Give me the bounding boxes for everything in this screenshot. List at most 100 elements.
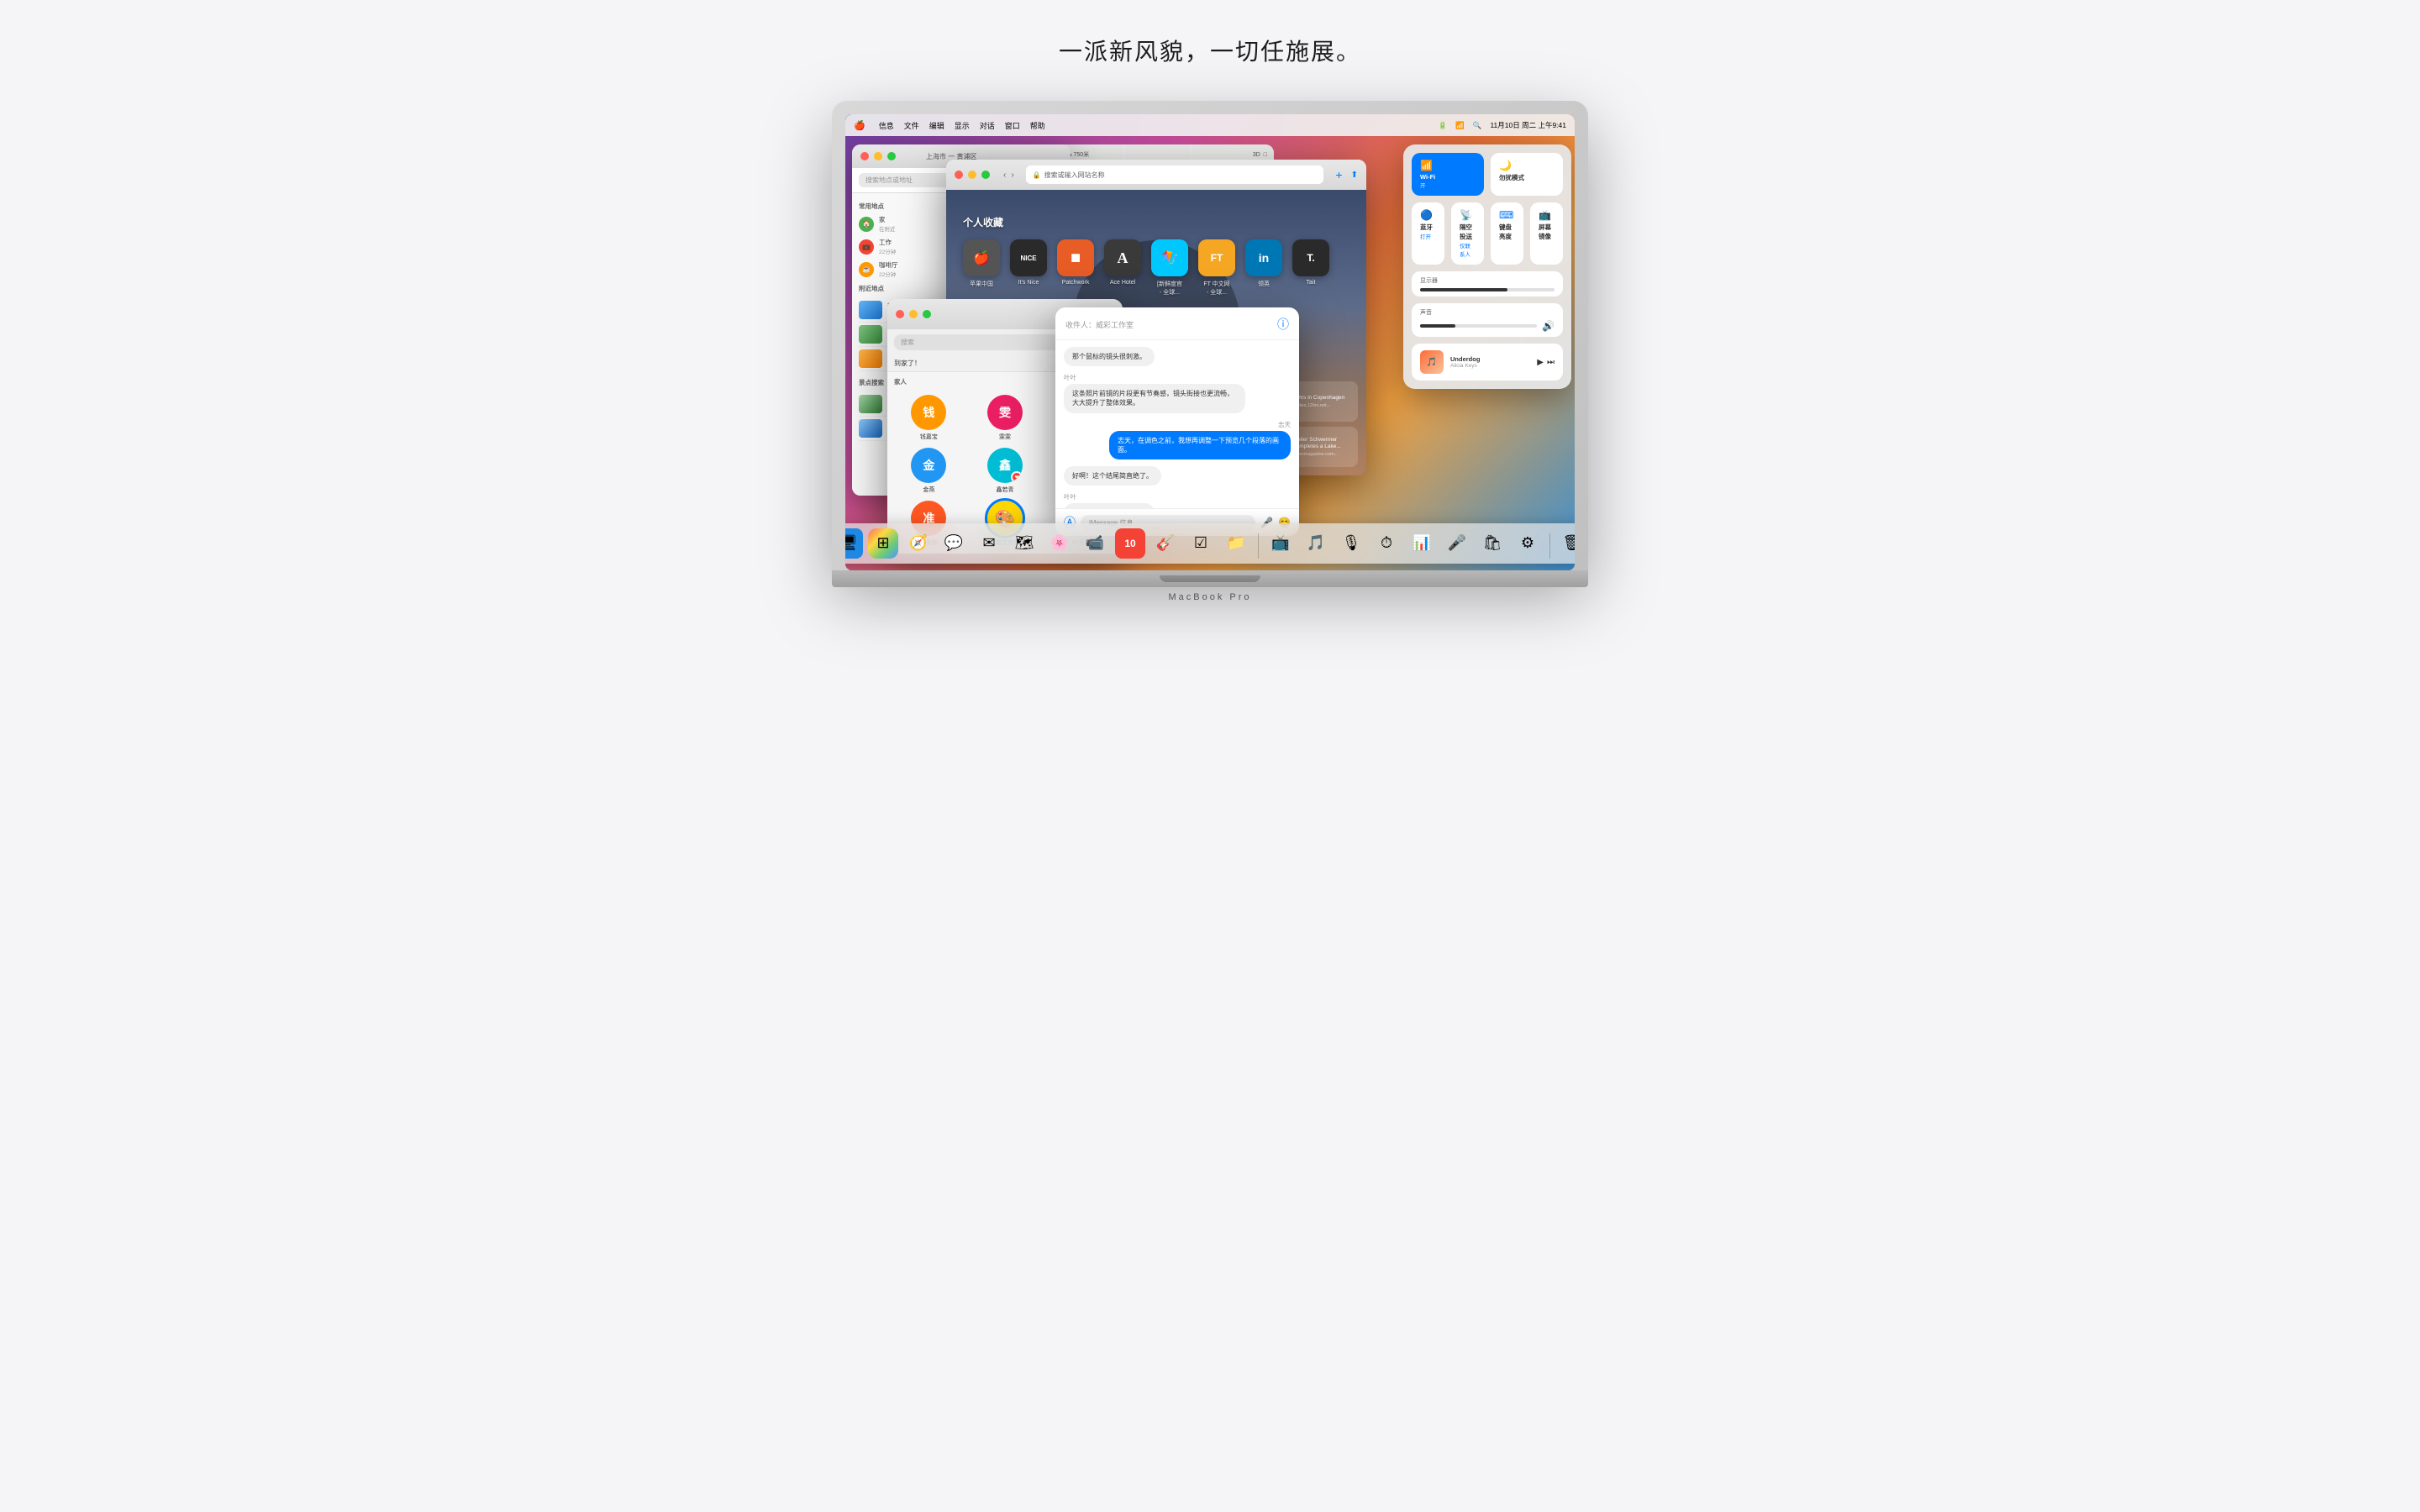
- menu-conversation[interactable]: 对话: [980, 120, 995, 131]
- maximize-button[interactable]: [887, 152, 896, 160]
- bookmark-nice[interactable]: NICE It's Nice: [1010, 239, 1047, 297]
- bookmark-patchwork[interactable]: ■ Patchwork: [1057, 239, 1094, 297]
- bookmark-apple[interactable]: 🍎 苹果中国: [963, 239, 1000, 297]
- dock-safari[interactable]: 🧭: [903, 528, 934, 559]
- bookmark-icon-ft: FT: [1198, 239, 1235, 276]
- msg-minimize-btn[interactable]: [909, 310, 918, 318]
- share-button[interactable]: ⬆: [1351, 171, 1358, 180]
- avatar-qianjb: 钱: [911, 395, 946, 430]
- contact-jinyan[interactable]: 金 金燕: [894, 448, 964, 494]
- browser-maximize-btn[interactable]: [981, 171, 990, 179]
- msg-maximize-btn[interactable]: [923, 310, 931, 318]
- volume-icon: 🔊: [1542, 320, 1555, 332]
- dock-systemprefs[interactable]: ⚙: [1512, 528, 1543, 559]
- work-sub: 22分钟: [879, 247, 896, 255]
- cc-wifi-tile[interactable]: 📶 Wi-Fi 开: [1412, 153, 1484, 196]
- cc-airdrop-tile[interactable]: 📡 隔空投送 仅联系人: [1451, 202, 1484, 265]
- bookmark-linkedin[interactable]: in 领英: [1245, 239, 1282, 297]
- bookmark-icon-apple: 🍎: [963, 239, 1000, 276]
- macbook-notch: [1160, 575, 1260, 582]
- dock-mail[interactable]: ✉: [974, 528, 1004, 559]
- dock-calendar[interactable]: 10: [1115, 528, 1145, 559]
- cc-sound-track[interactable]: [1420, 324, 1537, 328]
- dock-maps[interactable]: 🗺: [1009, 528, 1039, 559]
- chat-sender-1: 叶叶: [1064, 373, 1291, 382]
- bookmark-ft[interactable]: FT FT 中文网 - 全球...: [1198, 239, 1235, 297]
- close-button[interactable]: [860, 152, 869, 160]
- chat-info-button[interactable]: ⓘ: [1277, 316, 1289, 333]
- app-menu-messages[interactable]: 信息: [879, 120, 894, 131]
- minimize-button[interactable]: [874, 152, 882, 160]
- dock-launchpad[interactable]: ⊞: [868, 528, 898, 559]
- contact-xinrq[interactable]: 鑫 ❤ 鑫若青: [971, 448, 1040, 494]
- back-button[interactable]: ‹: [1003, 171, 1006, 180]
- new-tab-button[interactable]: +: [1335, 168, 1342, 181]
- browser-address-bar[interactable]: 🔒 搜索或输入网站名称: [1026, 165, 1324, 184]
- dock-podcasts[interactable]: 🎙: [1336, 528, 1366, 559]
- cc-bluetooth-tile[interactable]: 🔵 蓝牙 打开: [1412, 202, 1444, 265]
- chat-panel: 收件人：威彩工作室 ⓘ 那个鼠标的镜头很刺激。 叶叶 这条照片前镜的片段更有节奏…: [1055, 307, 1299, 536]
- msg-close-btn[interactable]: [896, 310, 904, 318]
- cc-sound-row: 🔊: [1420, 320, 1555, 332]
- cc-row-1: 📶 Wi-Fi 开 🌙 勿扰模式: [1412, 153, 1563, 196]
- keyboard-icon: ⌨: [1499, 209, 1515, 221]
- forward-button[interactable]: ›: [1011, 171, 1013, 180]
- cc-screen-tile[interactable]: 📺 屏幕镜像: [1530, 202, 1563, 265]
- menu-help[interactable]: 帮助: [1030, 120, 1045, 131]
- contact-name-jinyan: 金燕: [923, 486, 934, 494]
- dock-trash[interactable]: 🗑: [1557, 528, 1575, 559]
- dock-garageband[interactable]: 🎸: [1150, 528, 1181, 559]
- dock-appstore[interactable]: 🛍: [1477, 528, 1507, 559]
- bookmark-freshness[interactable]: 🪁 [新鲜度官 - 全球...: [1151, 239, 1188, 297]
- apple-menu[interactable]: 🍎: [854, 120, 865, 131]
- dock-appletv[interactable]: 📺: [1265, 528, 1296, 559]
- cc-dnd-tile[interactable]: 🌙 勿扰模式: [1491, 153, 1563, 196]
- play-button[interactable]: ▶: [1537, 358, 1544, 367]
- dock-numbers[interactable]: 📊: [1407, 528, 1437, 559]
- map-view-controls: 3D □: [1253, 152, 1267, 158]
- bookmark-tait[interactable]: T. Tait: [1292, 239, 1329, 297]
- cc-sound-label: 声音: [1420, 308, 1555, 317]
- bookmark-ace[interactable]: A Ace Hotel: [1104, 239, 1141, 297]
- dock-messages[interactable]: 💬: [939, 528, 969, 559]
- cc-display-fill: [1420, 288, 1507, 291]
- dock-facetime[interactable]: 📹: [1080, 528, 1110, 559]
- cc-display-section: 显示器: [1412, 271, 1563, 297]
- chat-bubble-2: 志天，在调色之前，我想再调整一下预览几个段落的画面。: [1109, 431, 1291, 459]
- map-type-btn[interactable]: □: [1264, 152, 1267, 158]
- contact-wenwen[interactable]: 雯 雯雯: [971, 395, 1040, 441]
- cc-music-panel: 🎵 Underdog Alicia Keys ▶ ⏭: [1412, 344, 1563, 381]
- menu-bar: 🍎 信息 文件 编辑 显示 对话 窗口 帮助 🔋 📶 🔍 11月10日 周二 上…: [845, 114, 1575, 136]
- dock-keynote[interactable]: 🎤: [1442, 528, 1472, 559]
- menu-edit[interactable]: 编辑: [929, 120, 944, 131]
- map-3d-btn[interactable]: 3D: [1253, 152, 1260, 158]
- dock-screentime[interactable]: ⏱: [1371, 528, 1402, 559]
- dock: 🖥 ⊞ 🧭 💬 ✉ 🗺 🌸 📹 10 🎸 ☑ 📁 📺 🎵 🎙 ⏱ 📊 🎤: [845, 523, 1575, 564]
- cc-display-track[interactable]: [1420, 288, 1555, 291]
- dock-finder[interactable]: 🖥: [845, 528, 863, 559]
- dock-files[interactable]: 📁: [1221, 528, 1251, 559]
- bookmark-icon-linkedin: in: [1245, 239, 1282, 276]
- cc-bt-label: 蓝牙: [1420, 223, 1436, 232]
- dock-photos[interactable]: 🌸: [1044, 528, 1075, 559]
- menu-window[interactable]: 窗口: [1005, 120, 1020, 131]
- dock-music[interactable]: 🎵: [1301, 528, 1331, 559]
- browser-close-btn[interactable]: [955, 171, 963, 179]
- nearby-thumb-1: [859, 325, 882, 344]
- article-source-1: azuremagazine.com...: [1292, 452, 1353, 457]
- dock-separator-2: [1549, 533, 1550, 559]
- cc-airdrop-label: 隔空投送: [1460, 223, 1476, 241]
- wifi-icon[interactable]: 📶: [1455, 121, 1465, 130]
- dock-reminders[interactable]: ☑: [1186, 528, 1216, 559]
- cc-keyboard-tile[interactable]: ⌨ 键盘亮度: [1491, 202, 1523, 265]
- next-button[interactable]: ⏭: [1547, 358, 1555, 367]
- article-source-0: guides.12hrs.net...: [1292, 403, 1344, 408]
- menu-file[interactable]: 文件: [904, 120, 919, 131]
- coffee-sub: 22分钟: [879, 270, 898, 278]
- menu-view[interactable]: 显示: [955, 120, 970, 131]
- search-icon[interactable]: 🔍: [1473, 121, 1482, 130]
- contact-qianjb[interactable]: 钱 钱嘉宝: [894, 395, 964, 441]
- browser-minimize-btn[interactable]: [968, 171, 976, 179]
- home-sub: 在附近: [879, 224, 896, 233]
- macbook-screen: 🍎 信息 文件 编辑 显示 对话 窗口 帮助 🔋 📶 🔍 11月10日 周二 上…: [845, 114, 1575, 570]
